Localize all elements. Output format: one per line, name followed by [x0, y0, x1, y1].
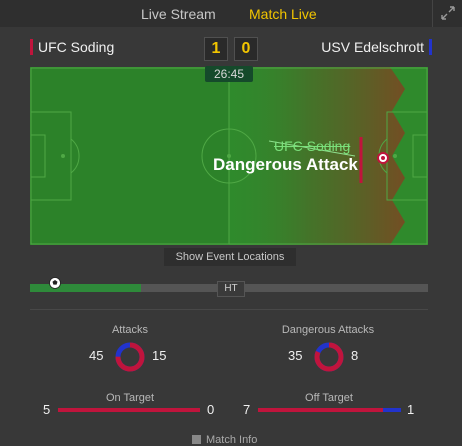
attacks-donut — [115, 342, 145, 372]
on-target-home-value: 5 — [43, 402, 51, 417]
match-info-label: Match Info — [206, 434, 258, 446]
away-team-name: USV Edelschrott — [321, 39, 424, 55]
show-event-locations-button[interactable]: Show Event Locations — [164, 248, 296, 266]
attacks-home-value: 45 — [89, 348, 104, 363]
top-bar: Live Stream Match Live — [0, 0, 462, 27]
dangerous-attacks-away-value: 8 — [351, 348, 359, 363]
attacks-label: Attacks — [111, 324, 149, 336]
expand-icon — [441, 6, 455, 20]
event-team-label: UFC Soding — [274, 138, 351, 154]
on-target-home-bar — [58, 408, 200, 412]
info-icon — [192, 435, 201, 444]
expand-button[interactable] — [432, 0, 462, 27]
tab-match-live[interactable]: Match Live — [249, 6, 317, 22]
ball-icon — [49, 277, 61, 289]
on-target-away-value: 0 — [207, 402, 215, 417]
dangerous-attacks-donut — [314, 342, 344, 372]
match-clock: 26:45 — [205, 66, 253, 82]
dangerous-attacks-label: Dangerous Attacks — [281, 324, 375, 336]
divider — [30, 309, 428, 310]
off-target-away-bar — [383, 408, 401, 412]
away-team: USV Edelschrott — [321, 39, 432, 55]
home-score: 1 — [204, 37, 228, 61]
off-target-home-value: 7 — [243, 402, 251, 417]
away-color-bar — [429, 39, 432, 55]
home-color-bar — [30, 39, 33, 55]
event-name: Dangerous Attack — [213, 155, 358, 174]
timeline-progress — [30, 284, 142, 292]
on-target-label: On Target — [105, 392, 155, 404]
off-target-home-bar — [258, 408, 384, 412]
home-team-name: UFC Soding — [38, 39, 115, 55]
attacks-away-value: 15 — [152, 348, 167, 363]
halftime-marker: HT — [217, 281, 245, 297]
home-team: UFC Soding — [30, 39, 114, 55]
away-score: 0 — [234, 37, 258, 61]
dangerous-attacks-home-value: 35 — [288, 348, 303, 363]
tab-live-stream[interactable]: Live Stream — [141, 6, 216, 22]
off-target-away-value: 1 — [407, 402, 415, 417]
off-target-label: Off Target — [305, 392, 353, 404]
match-info-link[interactable]: Match Info — [192, 434, 257, 446]
